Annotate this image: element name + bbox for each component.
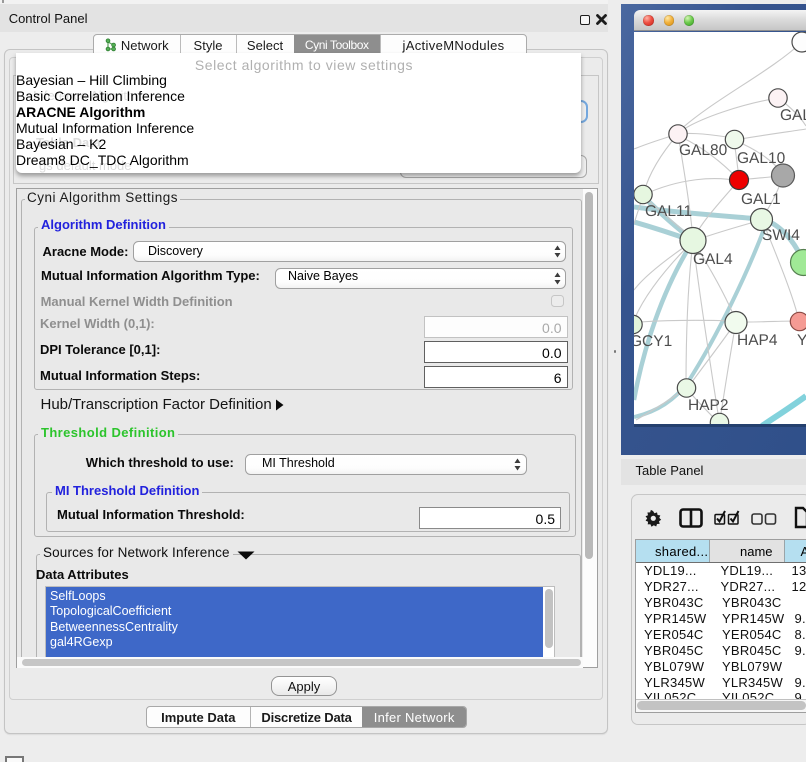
svg-text:Y: Y — [797, 332, 806, 349]
svg-text:GAL1: GAL1 — [741, 191, 781, 208]
svg-text:SWI4: SWI4 — [762, 227, 800, 244]
svg-text:HAP2: HAP2 — [688, 397, 729, 414]
svg-text:GAL11: GAL11 — [645, 203, 692, 220]
svg-text:GAL80: GAL80 — [679, 142, 728, 159]
svg-text:HAP4: HAP4 — [737, 332, 778, 349]
svg-text:GAL: GAL — [780, 107, 806, 124]
svg-text:GAL4: GAL4 — [693, 251, 733, 268]
svg-text:GCY1: GCY1 — [634, 333, 672, 350]
svg-text:GAL10: GAL10 — [737, 150, 786, 167]
